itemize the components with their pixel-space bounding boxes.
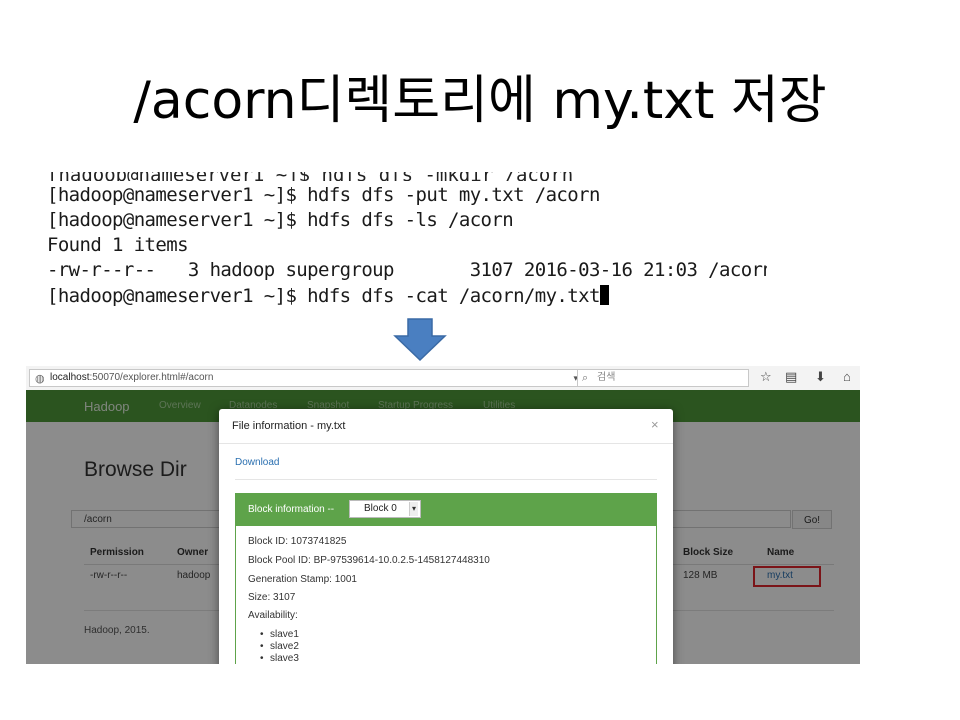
star-icon[interactable]: ☆ [760,369,772,385]
download-divider [235,479,657,480]
search-icon: ⌕ [582,372,589,384]
block-info-label: Block information -- [248,504,335,515]
download-link[interactable]: Download [235,457,279,468]
search-placeholder: 검색 [597,372,616,383]
browser-toolbar: ◍ localhost:50070/explorer.html#/acorn ▾… [26,366,860,391]
chevron-down-icon: ▾ [409,502,418,516]
modal-title: File information - my.txt [232,420,346,432]
search-input[interactable]: ⌕ 검색 [577,369,749,387]
block-info-panel: Block information -- Block 0 ▾ Block ID:… [235,493,657,664]
block-pool-id: Block Pool ID: BP-97539614-10.0.2.5-1458… [248,555,490,566]
download-icon[interactable]: ⬇ [815,369,826,385]
slide-title: /acorn디렉토리에 my.txt 저장 [133,71,827,131]
terminal-line-listing: -rw-r--r-- 3 hadoop supergroup 3107 2016… [47,259,767,281]
list-item: slave1 [260,629,299,640]
file-info-modal: File information - my.txt × Download Blo… [219,409,673,664]
block-id: Block ID: 1073741825 [248,536,347,547]
reader-icon[interactable]: ▤ [785,369,797,385]
list-item: slave2 [260,641,299,652]
home-icon[interactable]: ⌂ [843,369,851,385]
block-size: Size: 3107 [248,592,296,603]
address-bar[interactable]: ◍ localhost:50070/explorer.html#/acorn ▾… [29,369,601,387]
url-path: :50070/explorer.html#/acorn [89,372,214,383]
availability-label: Availability: [248,610,298,621]
block-select[interactable]: Block 0 ▾ [349,500,421,518]
globe-icon: ◍ [35,373,45,385]
url-host: localhost [50,372,90,383]
close-icon[interactable]: × [651,417,659,432]
generation-stamp: Generation Stamp: 1001 [248,574,357,585]
down-arrow-icon [393,318,447,362]
terminal-clipped-line: [hadoop@nameserver1 ~]$ hdfs dfs -mkdir … [47,172,747,181]
terminal-line-ls: [hadoop@nameserver1 ~]$ hdfs dfs -ls /ac… [47,209,514,231]
block-info-header: Block information -- Block 0 ▾ [236,494,656,526]
terminal-screenshot: [hadoop@nameserver1 ~]$ hdfs dfs -mkdir … [47,172,767,308]
browser-screenshot: ◍ localhost:50070/explorer.html#/acorn ▾… [26,366,860,664]
terminal-line-found: Found 1 items [47,234,189,256]
terminal-line-cat: [hadoop@nameserver1 ~]$ hdfs dfs -cat /a… [47,285,609,307]
list-item: slave3 [260,653,299,664]
modal-header-divider [219,443,673,444]
block-select-value: Block 0 [364,503,397,514]
terminal-cursor [599,285,609,305]
terminal-line-put: [hadoop@nameserver1 ~]$ hdfs dfs -put my… [47,184,600,206]
